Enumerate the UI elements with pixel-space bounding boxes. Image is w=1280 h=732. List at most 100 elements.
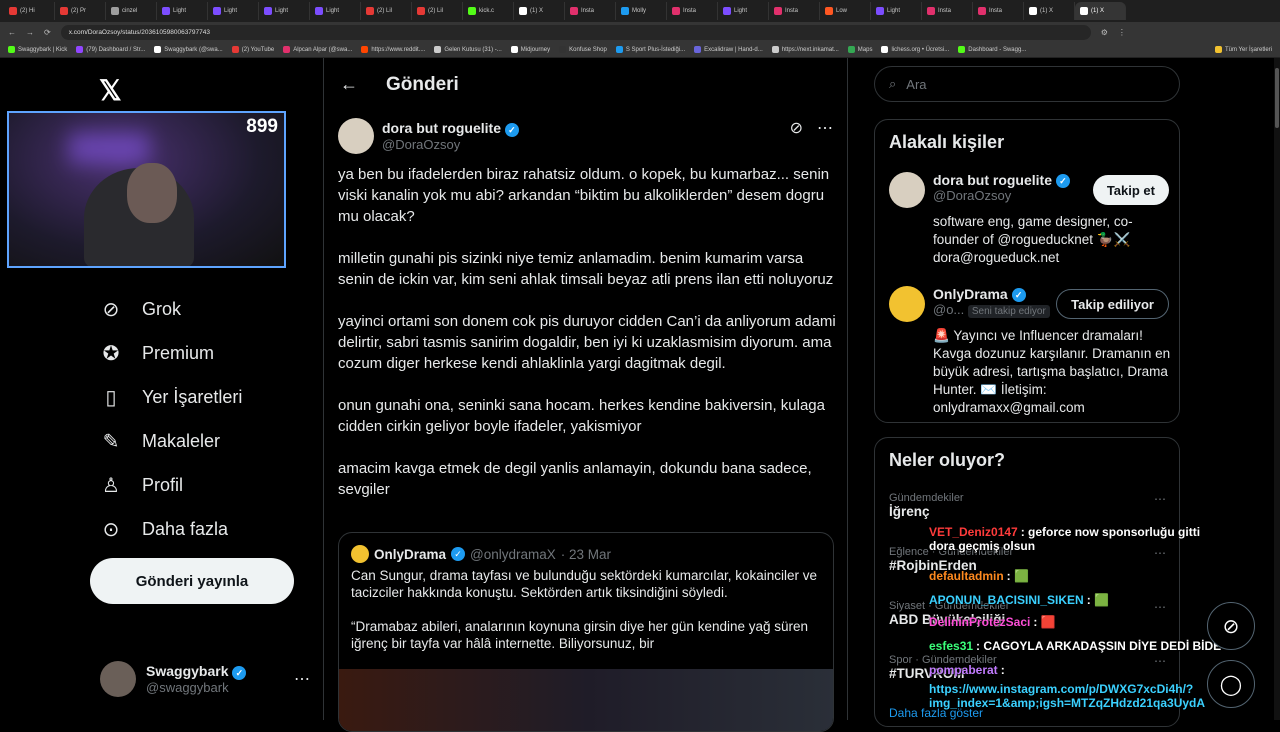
trend-item[interactable]: Gündemdekiler İğrenç ⋯ — [889, 492, 1174, 519]
bookmark-item[interactable]: Konfuse Shop — [559, 46, 607, 53]
scrollbar[interactable] — [1274, 58, 1280, 720]
more-options-icon[interactable]: ⋯ — [1154, 654, 1166, 668]
nav-item-more[interactable]: ⊙ Daha fazla — [100, 518, 228, 541]
tab-favicon-icon — [366, 7, 374, 15]
bookmark-item[interactable]: (79) Dashboard / Str... — [76, 46, 145, 53]
browser-tab[interactable]: Insta — [922, 2, 973, 20]
browser-tab[interactable]: Low — [820, 2, 871, 20]
bookmark-favicon-icon — [361, 46, 369, 53]
bookmark-item[interactable]: Alpcan Alpar (@swa... — [283, 46, 352, 53]
reload-icon[interactable]: ⟳ — [44, 28, 51, 37]
profile-icon: ♙ — [102, 474, 120, 497]
bookmark-item[interactable]: Maps — [847, 46, 872, 53]
post-author[interactable]: dora but roguelite ✓ @DoraOzsoy — [338, 118, 519, 154]
bookmark-item[interactable]: Midjourney — [510, 46, 550, 53]
bookmark-item[interactable]: lichess.org • Ücretsi... — [881, 46, 949, 53]
post-paragraph: onun gunahi ona, seninki sana hocam. her… — [338, 397, 825, 435]
person-bio: 🚨 Yayıncı ve Influencer dramaları! Kavga… — [933, 328, 1171, 416]
bookmark-item[interactable]: Tüm Yer İşaretleri — [1214, 46, 1272, 53]
grok-icon[interactable]: ⊘ — [790, 118, 803, 138]
bookmark-item[interactable]: Swaggybark | Kick — [8, 46, 67, 53]
article-icon: ✎ — [102, 430, 120, 453]
nav-item-profile[interactable]: ♙ Profil — [100, 474, 183, 497]
browser-tab[interactable]: (2) Hi — [4, 2, 55, 20]
bookmark-item[interactable]: (2) YouTube — [231, 46, 274, 53]
browser-tab[interactable]: Insta — [667, 2, 718, 20]
bookmark-item[interactable]: Swaggybark (@swa... — [154, 46, 223, 53]
browser-tab[interactable]: Light — [871, 2, 922, 20]
webcam-overlay: 899 — [7, 111, 286, 268]
back-arrow-icon[interactable]: ← — [340, 74, 358, 95]
nav-item-articles[interactable]: ✎ Makaleler — [100, 430, 220, 453]
bookmark-favicon-icon — [771, 46, 779, 53]
author-avatar[interactable] — [338, 118, 374, 154]
browser-tab[interactable]: (1) X — [1024, 2, 1075, 20]
bookmark-item[interactable]: Gelen Kutusu (31) -... — [434, 46, 502, 53]
browser-tab[interactable]: Light — [157, 2, 208, 20]
search-input[interactable]: ⌕ Ara — [874, 66, 1180, 102]
browser-tab[interactable]: Insta — [565, 2, 616, 20]
author-name[interactable]: dora but roguelite — [382, 120, 501, 136]
chat-text: : CAGOYLA ARKADAŞSIN DİYE DEDİ BİDE — [976, 639, 1222, 653]
account-switcher[interactable]: Swaggybark ✓ @swaggybark ⋯ — [100, 661, 310, 697]
more-options-icon[interactable]: ⋯ — [817, 118, 833, 138]
bookmark-item[interactable]: S Sport Plus-İstediği... — [615, 46, 685, 53]
account-name: Swaggybark — [146, 663, 229, 680]
address-bar[interactable]: x.com/DoraOzsoy/status/20361059800637977… — [60, 24, 1091, 40]
back-icon[interactable]: ← — [8, 28, 16, 37]
browser-tab[interactable]: Insta — [769, 2, 820, 20]
quoted-author-name: OnlyDrama — [374, 546, 447, 562]
left-sidebar: 𝕏 ✉ Sohbet ⊘ Grok ✪ Premium ▯ Yer İşaret… — [0, 58, 323, 720]
account-name-row: Swaggybark ✓ — [146, 663, 284, 680]
chat-message: esfes31: CAGOYLA ARKADAŞSIN DİYE DEDİ Bİ… — [929, 639, 1221, 653]
tab-favicon-icon — [417, 7, 425, 15]
forward-icon[interactable]: → — [26, 28, 34, 37]
tab-favicon-icon — [468, 7, 476, 15]
bookmark-favicon-icon — [434, 46, 442, 53]
browser-tab[interactable]: kick.c — [463, 2, 514, 20]
verified-badge-icon: ✓ — [504, 122, 519, 137]
bookmark-item[interactable]: https://next.inkamat... — [771, 46, 839, 53]
quoted-media[interactable] — [339, 669, 833, 731]
browser-tab[interactable]: (2) Lil — [361, 2, 412, 20]
tab-label: Insta — [683, 8, 697, 14]
post-paragraph: milletin gunahi pis sizinki niye temiz a… — [338, 250, 834, 288]
more-options-icon[interactable]: ⋯ — [1154, 600, 1166, 614]
browser-tab[interactable]: (1) X — [514, 2, 565, 20]
menu-icon[interactable]: ⋮ — [1118, 28, 1126, 37]
browser-tab[interactable]: (2) Lil — [412, 2, 463, 20]
messages-fab-button[interactable]: ◯ — [1207, 660, 1255, 708]
bookmark-label: Excalidraw | Hand-d... — [704, 46, 763, 53]
browser-tab[interactable]: Light — [259, 2, 310, 20]
browser-tab[interactable]: Light — [718, 2, 769, 20]
bookmark-item[interactable]: https://www.reddit.... — [361, 46, 425, 53]
more-options-icon[interactable]: ⋯ — [294, 669, 310, 689]
related-people-card: Alakalı kişiler dora but roguelite ✓ @Do… — [874, 119, 1180, 423]
post-button[interactable]: Gönderi yayınla — [90, 558, 294, 604]
browser-tab[interactable]: cinzel — [106, 2, 157, 20]
nav-item-grok[interactable]: ⊘ Grok — [100, 298, 181, 321]
more-options-icon[interactable]: ⋯ — [1154, 492, 1166, 506]
browser-tab[interactable]: (2) Pr — [55, 2, 106, 20]
author-handle[interactable]: @DoraOzsoy — [382, 137, 519, 152]
follow-button[interactable]: Takip et — [1092, 175, 1169, 205]
browser-tab[interactable]: Light — [310, 2, 361, 20]
nav-item-premium[interactable]: ✪ Premium — [100, 342, 214, 365]
verified-badge-icon: ✓ — [232, 665, 247, 680]
browser-tab[interactable]: (1) X — [1075, 2, 1126, 20]
extensions-icon[interactable]: ⚙ — [1101, 28, 1108, 37]
browser-tab[interactable]: Light — [208, 2, 259, 20]
browser-tab[interactable]: Insta — [973, 2, 1024, 20]
quoted-post[interactable]: OnlyDrama ✓ @onlydramaX · 23 Mar Can Sun… — [338, 532, 834, 732]
grok-fab-button[interactable]: ⊘ — [1207, 602, 1255, 650]
avatar — [100, 661, 136, 697]
x-logo-icon[interactable]: 𝕏 — [99, 74, 122, 107]
person-name: dora but roguelite — [933, 172, 1052, 188]
nav-item-bookmarks[interactable]: ▯ Yer İşaretleri — [100, 386, 242, 409]
browser-tab[interactable]: Molly — [616, 2, 667, 20]
following-button[interactable]: Takip ediliyor — [1056, 289, 1169, 319]
bookmark-item[interactable]: Excalidraw | Hand-d... — [694, 46, 763, 53]
bookmark-item[interactable]: Dashboard - Swagg... — [958, 46, 1026, 53]
scrollbar-thumb[interactable] — [1275, 68, 1279, 128]
tab-label: Light — [275, 8, 289, 14]
